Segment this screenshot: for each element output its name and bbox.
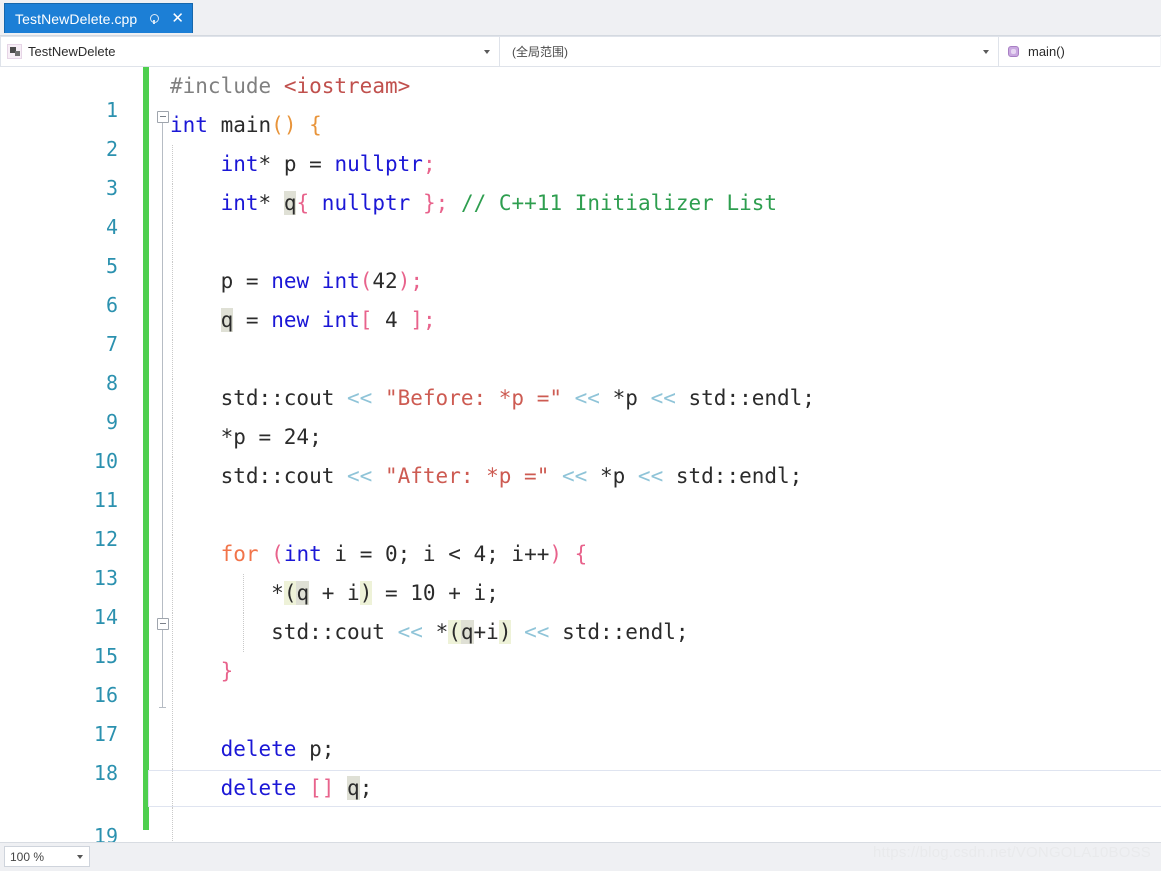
project-dropdown-label: TestNewDelete xyxy=(28,44,116,59)
tab-label: TestNewDelete.cpp xyxy=(15,10,138,27)
code-line[interactable]: 4 int* q{ nullptr }; // C++11 Initialize… xyxy=(0,184,1161,239)
line-content: delete p; xyxy=(220,737,335,761)
code-line[interactable]: 8 xyxy=(0,340,1161,395)
code-line[interactable]: 18 delete p; xyxy=(0,730,1161,785)
indent-guide xyxy=(172,496,174,535)
indent-guide xyxy=(172,223,174,262)
tab-strip: TestNewDelete.cpp ✕ xyxy=(0,0,1161,37)
method-icon xyxy=(1007,45,1021,59)
code-line-current[interactable]: 19 delete [] q; xyxy=(0,769,1161,842)
line-content: int main() { xyxy=(170,113,322,137)
line-content: for (int i = 0; i < 4; i++) { xyxy=(220,542,588,566)
line-number: 20 xyxy=(0,832,118,842)
indent-guide xyxy=(172,691,174,730)
code-line[interactable]: 15 std::cout << *(q+i) << std::endl; xyxy=(0,613,1161,668)
line-content: int* p = nullptr; xyxy=(220,152,436,176)
zoom-level-label: 100 % xyxy=(10,849,45,864)
member-dropdown[interactable]: main() xyxy=(998,36,1160,67)
pin-icon[interactable] xyxy=(147,12,160,25)
code-line[interactable]: 2 int main() { xyxy=(0,106,1161,161)
cpp-project-icon xyxy=(7,44,22,59)
code-line[interactable]: 9 std::cout << "Before: *p =" << *p << s… xyxy=(0,379,1161,434)
code-line[interactable]: 20 xyxy=(0,808,1161,842)
code-line[interactable]: 14 *(q + i) = 10 + i; xyxy=(0,574,1161,629)
scope-dropdown-label: (全局范围) xyxy=(512,45,568,59)
chevron-down-icon[interactable] xyxy=(77,854,83,859)
code-line[interactable]: 1 #include <iostream> xyxy=(0,67,1161,122)
code-line[interactable]: 17 xyxy=(0,691,1161,746)
indent-guide xyxy=(172,340,174,379)
chevron-down-icon[interactable] xyxy=(484,49,490,54)
navigation-bar: TestNewDelete (全局范围) main() xyxy=(0,36,1161,67)
line-content: delete [] q; xyxy=(220,776,373,800)
line-content: *p = 24; xyxy=(220,425,322,449)
member-dropdown-label: main() xyxy=(1028,44,1065,59)
code-line[interactable]: 5 xyxy=(0,223,1161,278)
code-line[interactable]: 3 int* p = nullptr; xyxy=(0,145,1161,200)
close-icon[interactable]: ✕ xyxy=(171,11,184,26)
code-lines: 1 #include <iostream> 2 int main() { 3 i… xyxy=(0,67,1161,842)
line-content: int* q{ nullptr }; // C++11 Initializer … xyxy=(220,191,778,215)
line-content: p = new int(42); xyxy=(220,269,423,293)
watermark-text: https://blog.csdn.net/VONGOLA10BOSS xyxy=(873,844,1151,861)
code-line[interactable]: 6 p = new int(42); xyxy=(0,262,1161,317)
code-line[interactable]: 7 q = new int[ 4 ]; xyxy=(0,301,1161,356)
tab-testnewdelete-cpp[interactable]: TestNewDelete.cpp ✕ xyxy=(4,3,193,33)
zoom-level-dropdown[interactable]: 100 % xyxy=(4,846,90,867)
line-content: #include <iostream> xyxy=(170,74,411,98)
code-line[interactable]: 11 std::cout << "After: *p =" << *p << s… xyxy=(0,457,1161,512)
code-line[interactable]: 13 for (int i = 0; i < 4; i++) { xyxy=(0,535,1161,590)
code-line[interactable]: 12 xyxy=(0,496,1161,551)
scope-dropdown[interactable]: (全局范围) xyxy=(499,36,999,67)
line-content: std::cout << "Before: *p =" << *p << std… xyxy=(220,386,815,410)
line-content: q = new int[ 4 ]; xyxy=(220,308,436,332)
indent-guide xyxy=(172,808,174,842)
line-content: std::cout << "After: *p =" << *p << std:… xyxy=(220,464,803,488)
code-editor[interactable]: 1 #include <iostream> 2 int main() { 3 i… xyxy=(0,67,1161,842)
project-dropdown[interactable]: TestNewDelete xyxy=(0,36,500,67)
line-content: *(q + i) = 10 + i; xyxy=(271,581,499,605)
code-line[interactable]: 10 *p = 24; xyxy=(0,418,1161,473)
code-line[interactable]: 16 } xyxy=(0,652,1161,707)
chevron-down-icon[interactable] xyxy=(983,49,989,54)
line-content: std::cout << *(q+i) << std::endl; xyxy=(271,620,689,644)
line-content: } xyxy=(220,659,234,683)
